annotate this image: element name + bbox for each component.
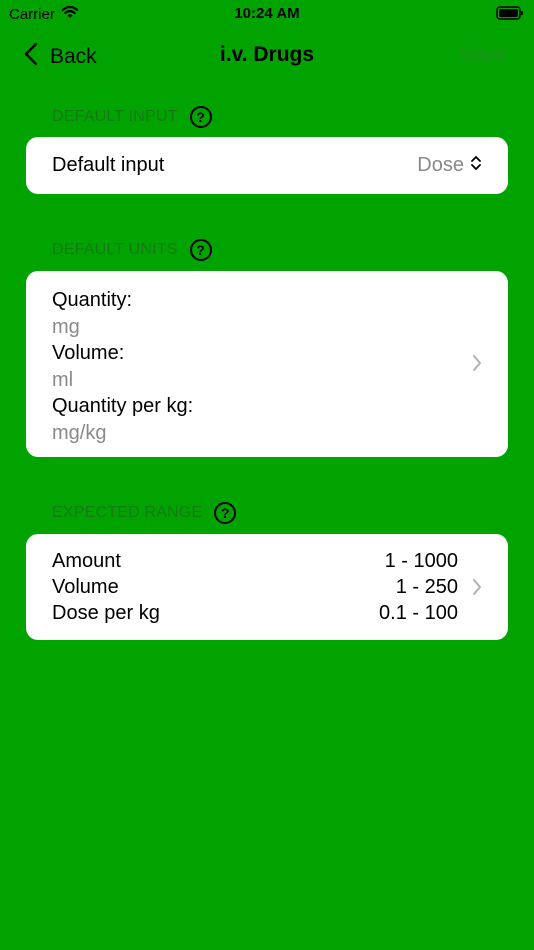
range-label: Volume	[52, 576, 119, 598]
range-row-amount: Amount 1 - 1000	[52, 550, 458, 573]
default-input-picker[interactable]: Dose	[417, 154, 482, 177]
section-title: DEFAULT UNITS	[52, 241, 178, 258]
section-header-default-input: DEFAULT INPUT ?	[52, 106, 212, 128]
expected-range-card[interactable]: Amount 1 - 1000 Volume 1 - 250 Dose per …	[26, 534, 508, 640]
range-value: 1 - 250	[395, 576, 458, 598]
default-input-label: Default input	[52, 154, 165, 176]
units-volume-label: Volume:	[52, 342, 125, 364]
range-row-volume: Volume 1 - 250	[52, 576, 458, 599]
navigation-bar: Back i.v. Drugs Save	[0, 36, 534, 76]
section-title: DEFAULT INPUT	[52, 108, 178, 125]
range-value: 1 - 1000	[384, 550, 458, 572]
units-volume-value: ml	[52, 368, 74, 391]
units-quantity-value: mg	[52, 315, 80, 338]
units-list: Quantity: mg Volume: ml Quantity per kg:…	[52, 287, 193, 446]
section-header-expected-range: EXPECTED RANGE ?	[52, 502, 237, 524]
units-quantity-per-kg-value: mg/kg	[52, 421, 107, 444]
units-quantity-per-kg-label: Quantity per kg:	[52, 395, 194, 417]
chevron-up-down-icon	[470, 154, 482, 177]
page-title: i.v. Drugs	[219, 43, 315, 66]
battery-icon	[496, 6, 524, 25]
save-button[interactable]: Save	[459, 43, 507, 67]
help-icon[interactable]: ?	[189, 239, 212, 261]
units-quantity-label: Quantity:	[52, 289, 133, 311]
default-input-value: Dose	[417, 154, 464, 176]
range-value: 0.1 - 100	[379, 602, 458, 624]
default-units-card[interactable]: Quantity: mg Volume: ml Quantity per kg:…	[26, 271, 508, 457]
section-title: EXPECTED RANGE	[52, 504, 203, 521]
help-icon[interactable]: ?	[189, 106, 212, 128]
chevron-right-icon	[472, 578, 482, 601]
section-header-default-units: DEFAULT UNITS ?	[52, 239, 212, 261]
status-time: 10:24 AM	[234, 5, 300, 22]
help-icon[interactable]: ?	[214, 502, 237, 524]
range-label: Amount	[52, 550, 121, 572]
default-input-row[interactable]: Default input Dose	[26, 137, 508, 194]
range-label: Dose per kg	[52, 602, 160, 624]
range-row-dose-per-kg: Dose per kg 0.1 - 100	[52, 602, 458, 625]
status-bar: Carrier 10:24 AM	[0, 0, 534, 30]
chevron-right-icon	[472, 354, 482, 377]
